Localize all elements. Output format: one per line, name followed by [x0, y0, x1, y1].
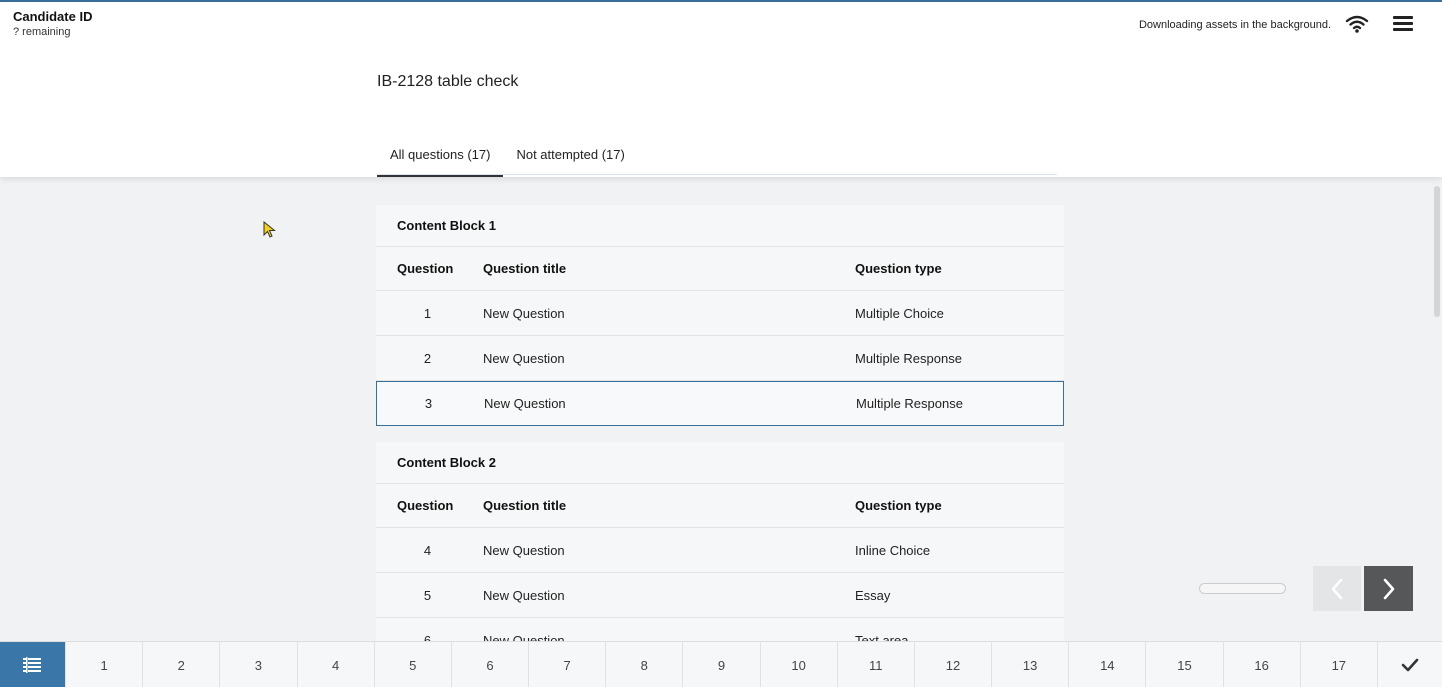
table-row[interactable]: 6 New Question Text area: [376, 618, 1064, 642]
block-title: Content Block 2: [376, 442, 1064, 484]
question-nav-15[interactable]: 15: [1145, 642, 1222, 687]
col-header-question: Question: [397, 498, 454, 513]
col-header-type: Question type: [855, 498, 942, 513]
progress-indicator: [1199, 583, 1286, 594]
hamburger-menu-icon[interactable]: [1393, 16, 1415, 36]
question-nav-1[interactable]: 1: [64, 642, 142, 687]
question-list: Content Block 1 Question Question title …: [376, 205, 1064, 641]
question-type: Multiple Choice: [855, 305, 944, 321]
previous-button[interactable]: [1313, 566, 1361, 611]
question-nav-8[interactable]: 8: [605, 642, 682, 687]
question-nav-6[interactable]: 6: [450, 642, 528, 687]
page-title: IB-2128 table check: [377, 73, 519, 90]
table-header-row: Question Question title Question type: [376, 247, 1064, 291]
question-nav-13[interactable]: 13: [991, 642, 1068, 687]
question-nav-11[interactable]: 11: [836, 642, 914, 687]
table-row[interactable]: 2 New Question Multiple Response: [376, 336, 1064, 381]
question-nav-14[interactable]: 14: [1068, 642, 1145, 687]
table-row-selected[interactable]: 3 New Question Multiple Response: [376, 381, 1064, 426]
scrollbar-thumb[interactable]: [1434, 186, 1440, 317]
question-nav-2[interactable]: 2: [142, 642, 219, 687]
download-status: Downloading assets in the background.: [1138, 19, 1331, 31]
mouse-cursor-icon: [263, 221, 276, 238]
question-number: 3: [424, 396, 433, 411]
tab-bar: All questions (17) Not attempted (17): [377, 137, 638, 177]
table-row[interactable]: 5 New Question Essay: [376, 573, 1064, 618]
content-block-2: Content Block 2 Question Question title …: [376, 442, 1064, 641]
question-type: Multiple Response: [855, 350, 962, 366]
question-type: Text area: [855, 632, 909, 642]
col-header-question: Question: [397, 261, 454, 276]
chevron-right-icon: [1383, 578, 1394, 599]
col-header-title: Question title: [483, 261, 567, 276]
col-header-type: Question type: [855, 261, 942, 276]
chevron-left-icon: [1331, 578, 1343, 599]
block-title: Content Block 1: [376, 205, 1064, 247]
wifi-icon: [1345, 15, 1369, 33]
question-type: Essay: [855, 587, 891, 603]
question-navigation-bar: 1 2 3 4 5 6 7 8 9 10 11 12 13 14 15 16 1…: [0, 641, 1442, 687]
table-header-row: Question Question title Question type: [376, 484, 1064, 528]
question-nav-4[interactable]: 4: [296, 642, 374, 687]
question-title: New Question: [483, 305, 565, 321]
question-title: New Question: [483, 632, 565, 642]
list-icon: [23, 657, 42, 673]
question-number: 2: [423, 350, 432, 366]
review-list-button[interactable]: [0, 642, 65, 687]
content-block-1: Content Block 1 Question Question title …: [376, 205, 1064, 426]
question-number: 4: [423, 542, 432, 558]
question-title: New Question: [483, 587, 565, 603]
question-nav-17[interactable]: 17: [1299, 642, 1377, 687]
question-type: Multiple Response: [856, 396, 963, 411]
table-row[interactable]: 1 New Question Multiple Choice: [376, 291, 1064, 336]
finish-button[interactable]: [1376, 642, 1442, 687]
question-title: New Question: [483, 542, 565, 558]
question-title: New Question: [483, 350, 565, 366]
question-nav-5[interactable]: 5: [373, 642, 451, 687]
tab-divider: [377, 174, 1057, 175]
question-number: 5: [423, 587, 432, 603]
question-type: Inline Choice: [855, 542, 931, 558]
tab-all-questions[interactable]: All questions (17): [377, 137, 504, 177]
candidate-id: Candidate ID: [13, 9, 93, 24]
question-number: 1: [423, 305, 432, 321]
remaining-time: ? remaining: [13, 26, 71, 38]
question-nav-10[interactable]: 10: [759, 642, 837, 687]
question-number: 6: [423, 632, 432, 642]
check-icon: [1401, 658, 1419, 672]
question-nav-9[interactable]: 9: [682, 642, 759, 687]
question-nav-3[interactable]: 3: [219, 642, 296, 687]
question-nav-12[interactable]: 12: [913, 642, 991, 687]
question-nav-16[interactable]: 16: [1222, 642, 1300, 687]
header: Candidate ID ? remaining Downloading ass…: [0, 2, 1442, 177]
tab-not-attempted[interactable]: Not attempted (17): [503, 137, 637, 177]
table-row[interactable]: 4 New Question Inline Choice: [376, 528, 1064, 573]
next-button[interactable]: [1364, 566, 1413, 611]
col-header-title: Question title: [483, 498, 567, 513]
candidate-info: Candidate ID ? remaining: [13, 9, 92, 38]
question-title: New Question: [484, 396, 566, 411]
question-nav-7[interactable]: 7: [528, 642, 605, 687]
